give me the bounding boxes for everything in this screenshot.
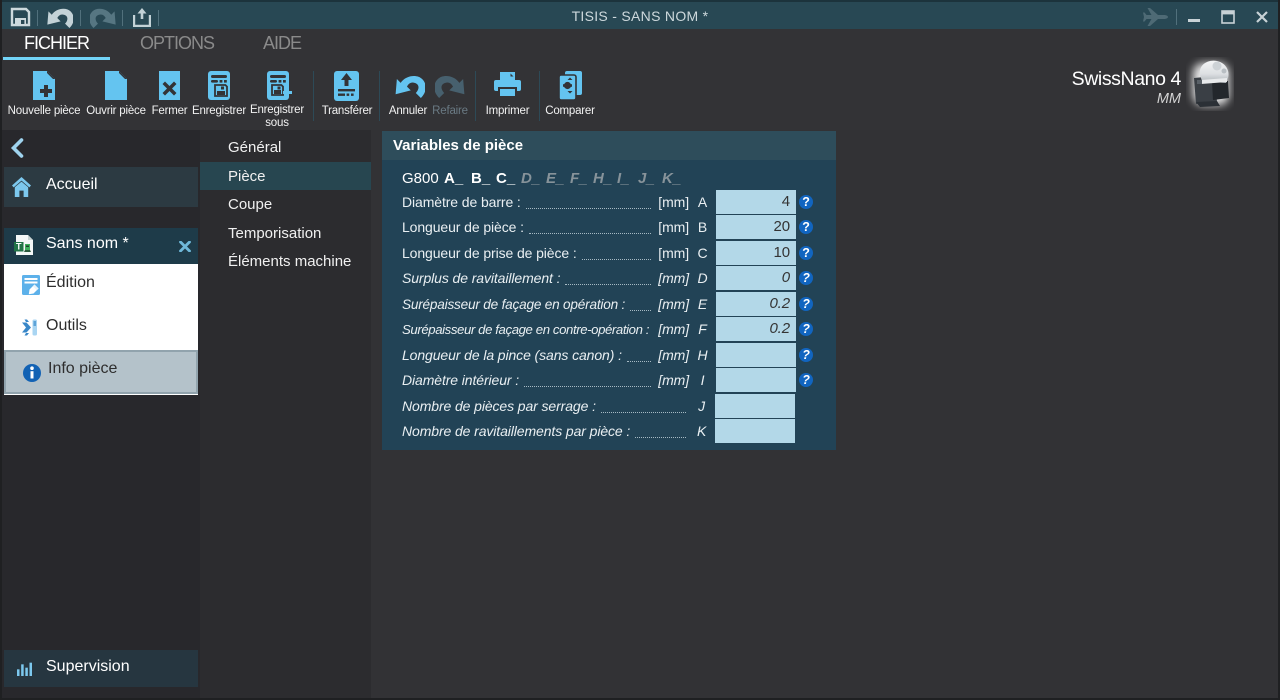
svg-text:T: T [16, 242, 22, 252]
